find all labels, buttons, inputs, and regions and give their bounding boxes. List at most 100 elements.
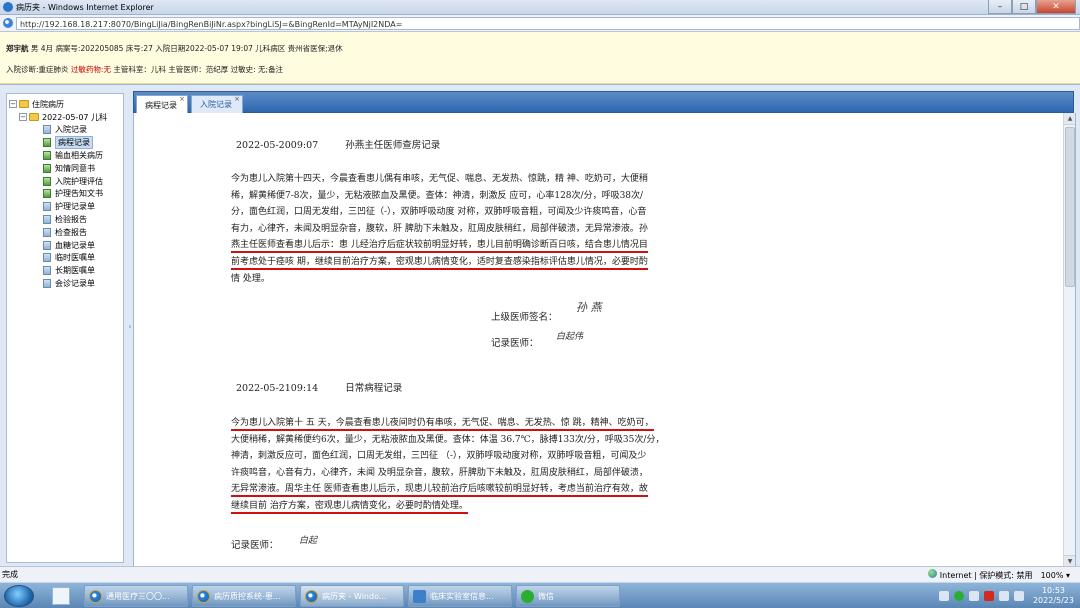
record-line: 稀，解黄稀便7-8次，量少，无粘液脓血及黑便。查体：神清，刺激反 应可，心率12… (231, 190, 644, 201)
tree-item-label: 长期医嘱单 (55, 266, 95, 276)
superior-signature: 孙 燕 (576, 301, 602, 314)
wechat-tray-icon[interactable] (953, 591, 964, 601)
recorder-label: 记录医师： (231, 540, 279, 551)
record-datetime: 2022-05-2009:07 (236, 140, 319, 151)
taskbar: 通用医疗三〇〇... 病历质控系统-患... 病历夹 - Windo... 临床实验室… (0, 582, 1080, 608)
tab-admission-record[interactable]: 入院记录 × (191, 95, 243, 114)
scroll-thumb[interactable] (1065, 127, 1075, 287)
tray-icon[interactable] (938, 591, 949, 601)
tree-item[interactable]: 检查报告 (9, 226, 121, 239)
tab-label: 入院记录 (200, 100, 232, 109)
vertical-scrollbar[interactable]: ▲ ▼ (1063, 113, 1075, 566)
tree-item[interactable]: 入院记录 (9, 124, 121, 137)
url-input[interactable]: http://192.168.18.217:8070/BingLiJia/Bin… (15, 16, 1080, 30)
network-icon[interactable] (1013, 591, 1024, 601)
wechat-icon (521, 589, 534, 603)
clock-date: 2022/5/23 (1032, 596, 1074, 605)
status-text: 完成 (2, 570, 18, 579)
tree-item[interactable]: 病程记录 (9, 136, 121, 150)
tree-item[interactable]: 长期医嘱单 (9, 264, 121, 277)
taskbar-item[interactable]: 微信 (516, 585, 620, 607)
show-desktop-icon[interactable] (52, 587, 70, 605)
patient-info-header: 郑宇航 男 4月 病案号:202205085 床号:27 入院日期2022-05… (0, 32, 1080, 84)
record-body: 今为患儿入院第十 五 天，今晨查看患儿夜间时仍有串咳，无气促、喘息、无发热、惊 … (231, 415, 741, 515)
tree-item[interactable]: 输血相关病历 (9, 149, 121, 162)
patient-name: 郑宇航 (6, 44, 29, 53)
record-line: 前考虑处于痉咳 期，继续目前治疗方案，密观患儿病情变化，适时复查感染指标评估患儿… (231, 254, 741, 271)
volume-icon[interactable] (998, 591, 1009, 601)
tree-item[interactable]: 护理告知文书 (9, 188, 121, 201)
record-tree-pane: − 住院病历 − 2022-05-07 儿科 入院记录 病程记录 输血相关病历 知情同… (6, 93, 124, 563)
minimize-button[interactable]: – (988, 0, 1012, 14)
ie-icon (197, 589, 210, 603)
tree-item-label: 检查报告 (55, 227, 87, 237)
scroll-up-icon[interactable]: ▲ (1064, 113, 1075, 125)
taskbar-item-label: 微信 (538, 591, 554, 601)
taskbar-item[interactable]: 病历质控系统-患... (192, 585, 296, 607)
taskbar-item[interactable]: 临床实验室信息... (408, 585, 512, 607)
tree-item[interactable]: 临时医嘱单 (9, 252, 121, 265)
record-line: 今为患儿入院第十 五 天，今晨查看患儿夜间时仍有串咳，无气促、喘息、无发热、惊 … (231, 415, 741, 432)
document-icon (43, 202, 51, 212)
ie-page-icon (3, 18, 13, 28)
tree-item[interactable]: 会诊记录单 (9, 277, 121, 290)
record-datetime: 2022-05-2109:14 (236, 383, 319, 394)
maximize-button[interactable]: □ (1012, 0, 1036, 14)
ie-icon (305, 589, 318, 603)
app-icon (413, 589, 426, 603)
ie-app-icon (3, 2, 13, 12)
tree-item-label: 护理记录单 (55, 202, 95, 212)
tab-close-icon[interactable]: × (179, 95, 185, 103)
antivirus-tray-icon[interactable] (983, 591, 994, 601)
tree-item-label: 临时医嘱单 (55, 253, 95, 263)
document-green-icon (43, 189, 51, 199)
close-button[interactable]: ✕ (1036, 0, 1076, 14)
tab-close-icon[interactable]: × (234, 95, 240, 103)
tree-item[interactable]: 知情同意书 (9, 162, 121, 175)
folder-icon (19, 100, 29, 109)
taskbar-item[interactable]: 病历夹 - Windo... (300, 585, 404, 607)
zone-indicator[interactable]: Internet | 保护模式: 禁用 (927, 569, 1033, 581)
tree-item[interactable]: 血糖记录单 (9, 239, 121, 252)
window-title: 病历夹 - Windows Internet Explorer (16, 2, 154, 12)
record-line: 许痰鸣音，心音有力，心律齐，未闻 及明显杂音，腹软，肝脾肋下未触及，肛周皮肤稍红… (231, 467, 648, 478)
record-body: 今为患儿入院第十四天，今晨查看患儿偶有串咳，无气促、喘息、无发热、惊跳，精 神、… (231, 171, 741, 287)
tree-visit[interactable]: − 2022-05-07 儿科 (9, 111, 121, 124)
tree-item[interactable]: 护理记录单 (9, 200, 121, 213)
tree-item-label: 入院记录 (55, 125, 87, 135)
tree-root[interactable]: − 住院病历 (9, 98, 121, 111)
zoom-level[interactable]: 100% ▾ (1041, 571, 1070, 580)
tree-visit-label: 2022-05-07 儿科 (42, 112, 108, 122)
record-title: 孙燕主任医师查房记录 (345, 140, 441, 151)
document-icon (43, 240, 51, 250)
tree-item-label: 输血相关病历 (55, 151, 103, 161)
internet-globe-icon (927, 569, 937, 578)
taskbar-item[interactable]: 通用医疗三〇〇... (84, 585, 188, 607)
patient-info-line1: 郑宇航 男 4月 病案号:202205085 床号:27 入院日期2022-05… (6, 43, 1074, 54)
tree-item[interactable]: 检验报告 (9, 213, 121, 226)
document-view: 2022-05-2009:07 孙燕主任医师查房记录 今为患儿入院第十四天，今晨… (133, 113, 1076, 567)
record-line: 大便稍稀，解黄稀便约6次，量少，无粘液脓血及黑便。查体：体温 36.7℃，脉搏1… (231, 434, 665, 445)
taskbar-item-label: 病历夹 - Windo... (322, 591, 387, 601)
tree-root-label: 住院病历 (32, 99, 64, 109)
clock-time: 10:53 (1041, 586, 1066, 595)
document-icon (43, 125, 51, 135)
system-tray: 10:53 2022/5/23 (910, 583, 1080, 608)
start-button[interactable] (4, 585, 34, 607)
collapse-icon[interactable]: − (19, 113, 27, 122)
tree-item[interactable]: 入院护理评估 (9, 175, 121, 188)
document-green-icon (43, 138, 51, 148)
patient-ward: 儿科病区 (255, 44, 286, 53)
clock[interactable]: 10:53 2022/5/23 (1033, 586, 1074, 606)
tree-item-label: 检验报告 (55, 215, 87, 225)
tray-icon[interactable] (968, 591, 979, 601)
tree-item-label: 血糖记录单 (55, 240, 95, 250)
collapse-icon[interactable]: − (9, 100, 17, 109)
window-titlebar: 病历夹 - Windows Internet Explorer – □ ✕ (0, 0, 1080, 15)
document-icon (43, 215, 51, 225)
document-green-icon (43, 163, 51, 173)
tree-item-label: 知情同意书 (55, 163, 95, 173)
tab-progress-notes[interactable]: 病程记录 × (136, 95, 188, 114)
document-icon (43, 279, 51, 289)
patient-bed: 床号:27 (125, 44, 153, 53)
